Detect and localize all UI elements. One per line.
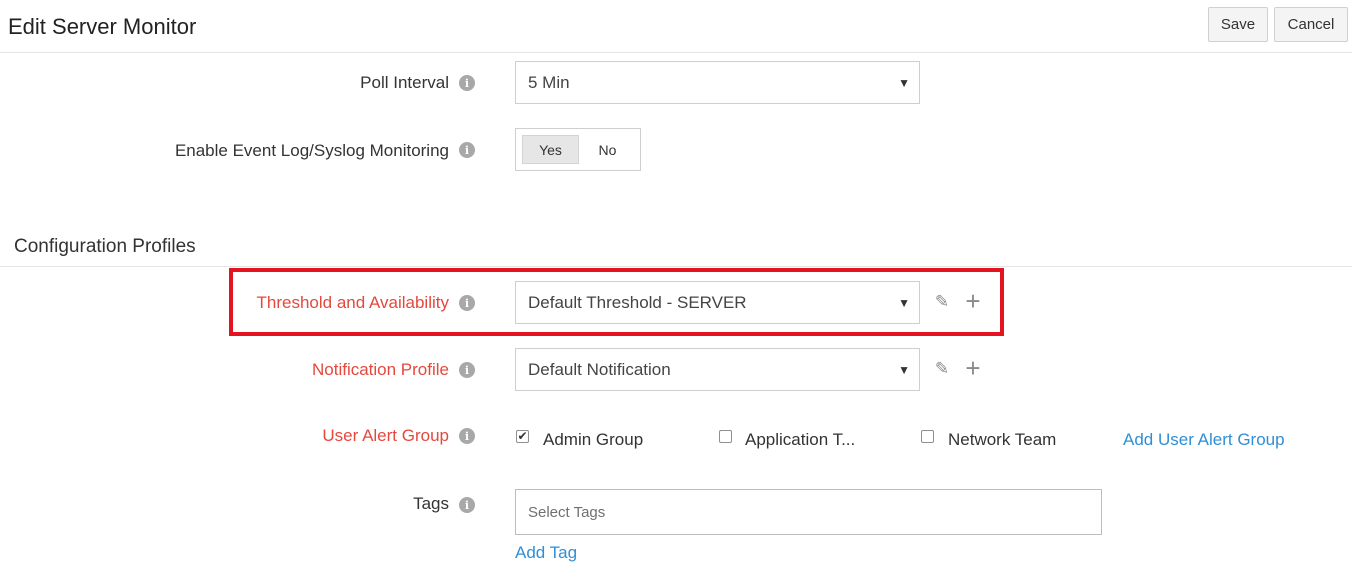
threshold-label: Threshold and Availability — [256, 293, 449, 312]
edit-notification-pencil-icon[interactable]: ✎ — [932, 359, 952, 379]
edit-threshold-pencil-icon[interactable]: ✎ — [932, 292, 952, 312]
chevron-down-icon: ▼ — [898, 295, 910, 310]
event-log-toggle: Yes No — [515, 128, 641, 171]
network-team-checkbox[interactable] — [921, 430, 934, 443]
cancel-button[interactable]: Cancel — [1274, 7, 1348, 42]
event-log-info-icon[interactable]: i — [459, 142, 475, 158]
user-alert-group-label: User Alert Group — [322, 426, 449, 445]
threshold-select[interactable]: Default Threshold - SERVER ▼ — [515, 281, 920, 324]
section-title: Configuration Profiles — [14, 236, 196, 257]
event-log-label: Enable Event Log/Syslog Monitoring — [174, 141, 449, 160]
tags-input[interactable] — [515, 489, 1102, 535]
threshold-value: Default Threshold - SERVER — [528, 292, 747, 312]
admin-group-checkbox[interactable]: ✔ — [516, 430, 529, 443]
application-team-checkbox[interactable] — [719, 430, 732, 443]
poll-interval-info-icon[interactable]: i — [459, 75, 475, 91]
poll-interval-select[interactable]: 5 Min ▼ — [515, 61, 920, 104]
add-notification-plus-icon[interactable]: + — [962, 355, 984, 381]
network-team-label: Network Team — [948, 430, 1057, 449]
add-user-alert-group-link[interactable]: Add User Alert Group — [1123, 430, 1285, 450]
add-tag-link[interactable]: Add Tag — [515, 543, 577, 563]
poll-interval-label: Poll Interval — [360, 73, 449, 92]
notification-info-icon[interactable]: i — [459, 362, 475, 378]
notification-label: Notification Profile — [311, 360, 449, 379]
notification-value: Default Notification — [528, 359, 671, 379]
add-threshold-plus-icon[interactable]: + — [962, 288, 984, 314]
tags-label: Tags — [413, 494, 449, 513]
chevron-down-icon: ▼ — [898, 75, 910, 90]
event-log-yes-option[interactable]: Yes — [522, 135, 579, 164]
user-alert-group-info-icon[interactable]: i — [459, 428, 475, 444]
save-button[interactable]: Save — [1208, 7, 1268, 42]
tags-info-icon[interactable]: i — [459, 497, 475, 513]
checkmark-icon: ✔ — [517, 429, 528, 443]
header-divider — [0, 52, 1352, 53]
application-team-label: Application T... — [745, 430, 856, 449]
threshold-info-icon[interactable]: i — [459, 295, 475, 311]
event-log-no-option[interactable]: No — [579, 135, 636, 164]
admin-group-label: Admin Group — [543, 430, 644, 449]
poll-interval-value: 5 Min — [528, 72, 570, 92]
chevron-down-icon: ▼ — [898, 362, 910, 377]
page-title: Edit Server Monitor — [8, 14, 197, 39]
section-divider — [0, 266, 1352, 267]
notification-select[interactable]: Default Notification ▼ — [515, 348, 920, 391]
